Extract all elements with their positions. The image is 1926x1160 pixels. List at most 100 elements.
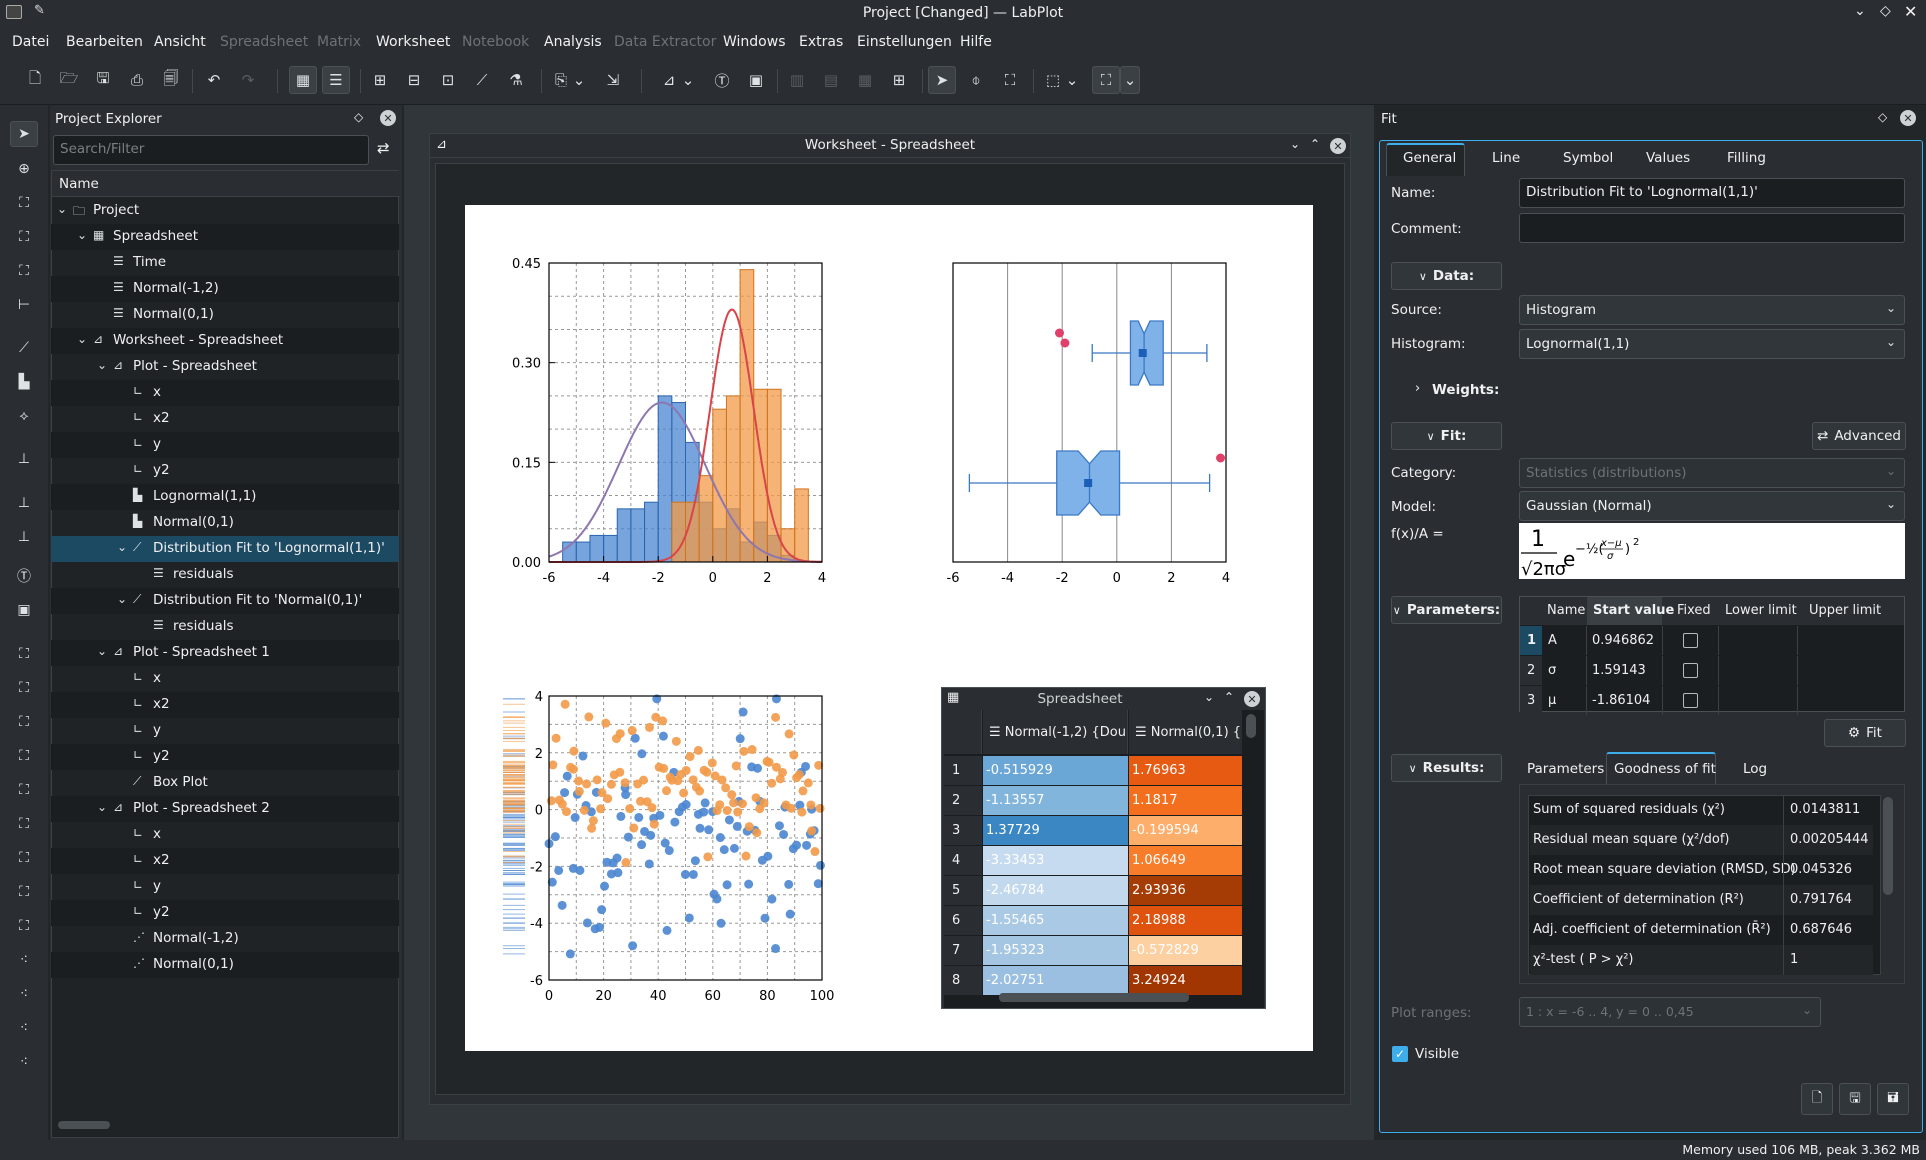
- tree-item[interactable]: ∟ x: [51, 666, 399, 692]
- lower-limit-cell[interactable]: [1718, 626, 1798, 655]
- mouse-mode-icon[interactable]: ⌽: [962, 66, 990, 94]
- menu-einstellungen[interactable]: Einstellungen: [857, 34, 952, 50]
- zoom-out-icon[interactable]: ⛶: [10, 675, 38, 701]
- cursor-tool-icon[interactable]: ⊢: [10, 292, 38, 318]
- tree-item[interactable]: ⌄ 🗀 Project: [51, 198, 399, 224]
- table-cell[interactable]: 2.18988: [1129, 906, 1242, 935]
- row-number[interactable]: 4: [944, 846, 982, 875]
- name-field[interactable]: Distribution Fit to 'Lognormal(1,1)': [1519, 178, 1905, 208]
- horizontal-scrollbar[interactable]: [999, 993, 1189, 1002]
- menu-analysis[interactable]: Analysis: [544, 34, 602, 50]
- upper-limit-cell[interactable]: [1799, 626, 1903, 655]
- chevron-down-icon[interactable]: ⌄: [1120, 66, 1140, 94]
- maximize-icon[interactable]: ◇: [1880, 3, 1891, 19]
- tree-item[interactable]: ☰ Normal(-1,2): [51, 276, 399, 302]
- print-icon[interactable]: ⎙: [123, 66, 151, 94]
- grid-layout-icon[interactable]: ▦: [851, 66, 879, 94]
- table-cell[interactable]: 1.1817: [1129, 786, 1242, 815]
- fit-button[interactable]: ⚙ Fit: [1824, 719, 1906, 747]
- close-icon[interactable]: ✕: [1330, 138, 1346, 154]
- float-panel-icon[interactable]: ◇: [1878, 110, 1887, 124]
- tree-item[interactable]: ⌄ ⟋ Distribution Fit to 'Normal(0,1)': [51, 588, 399, 614]
- tab-result-parameters[interactable]: Parameters: [1527, 761, 1604, 777]
- param-header-lower[interactable]: Lower limit: [1725, 603, 1797, 618]
- layout-icon[interactable]: ▦: [289, 66, 317, 94]
- add-axis-icon[interactable]: ⊥: [10, 446, 38, 472]
- shift-up-icon[interactable]: ⁖: [10, 1015, 38, 1041]
- add-plot-icon[interactable]: ⊿: [655, 66, 683, 94]
- scale-auto-y-icon[interactable]: ⛶: [10, 913, 38, 939]
- cursor-icon[interactable]: ⬚: [1039, 66, 1067, 94]
- table-cell[interactable]: -1.55465: [983, 906, 1128, 935]
- table-cell[interactable]: 1.37729: [983, 816, 1128, 845]
- tree-item[interactable]: ∟ y2: [51, 458, 399, 484]
- chevron-down-icon[interactable]: ⌄: [1290, 137, 1300, 151]
- tree-item[interactable]: ∟ x: [51, 822, 399, 848]
- menu-hilfe[interactable]: Hilfe: [960, 34, 992, 50]
- param-row-number[interactable]: 3: [1520, 686, 1542, 715]
- histogram-select[interactable]: Lognormal(1,1) ⌄: [1519, 329, 1905, 359]
- zoom-select-icon[interactable]: ⛶: [10, 190, 38, 216]
- tree-item[interactable]: ∟ y: [51, 874, 399, 900]
- chevron-up-icon[interactable]: ⌃: [1310, 137, 1320, 151]
- chevron-down-icon[interactable]: ⌄: [1204, 690, 1214, 704]
- close-icon[interactable]: ✕: [1244, 691, 1260, 707]
- tab-filling[interactable]: Filling: [1727, 150, 1766, 166]
- close-window-icon[interactable]: ✕: [1904, 2, 1917, 21]
- upper-limit-cell[interactable]: [1799, 686, 1903, 715]
- tab-general[interactable]: General: [1403, 150, 1456, 166]
- tree-item[interactable]: ∟ y2: [51, 900, 399, 926]
- table-cell[interactable]: -1.13557: [983, 786, 1128, 815]
- advanced-button[interactable]: ⇄ Advanced: [1812, 422, 1906, 450]
- add-curve-icon[interactable]: ⟋: [10, 335, 38, 361]
- chevron-down-icon[interactable]: ⌄: [97, 644, 107, 658]
- shift-down-icon[interactable]: ⁖: [10, 1049, 38, 1075]
- add-x-axis-icon[interactable]: ⊥: [10, 490, 38, 516]
- param-row-number[interactable]: 1: [1520, 626, 1542, 655]
- filter-options-icon[interactable]: ⇄: [377, 139, 390, 157]
- new-table-icon[interactable]: ⊟: [400, 66, 428, 94]
- table-cell[interactable]: 3.24924: [1129, 966, 1242, 995]
- zoom-x-in-icon[interactable]: ⛶: [10, 709, 38, 735]
- tree-item[interactable]: ⌄ ⊿ Plot - Spreadsheet 1: [51, 640, 399, 666]
- tab-goodness-of-fit[interactable]: Goodness of fit: [1614, 761, 1716, 777]
- menu-windows[interactable]: Windows: [723, 34, 786, 50]
- new-worksheet-icon[interactable]: ⟋: [468, 66, 496, 94]
- row-number[interactable]: 6: [944, 906, 982, 935]
- tree-item[interactable]: ∟ y2: [51, 744, 399, 770]
- new-file-icon[interactable]: 🗋: [21, 66, 49, 94]
- lower-limit-cell[interactable]: [1718, 656, 1798, 685]
- column-header-1[interactable]: ☰ Normal(-1,2) {Dou: [983, 710, 1128, 754]
- minimize-icon[interactable]: ⌄: [1854, 3, 1866, 19]
- table-cell[interactable]: -0.515929: [983, 756, 1128, 785]
- row-number[interactable]: 8: [944, 966, 982, 995]
- param-header-upper[interactable]: Upper limit: [1809, 603, 1881, 618]
- chevron-right-icon[interactable]: ›: [1415, 381, 1420, 396]
- float-panel-icon[interactable]: ◇: [354, 110, 363, 124]
- chevron-down-icon[interactable]: ⌄: [117, 540, 127, 554]
- tree-item[interactable]: ∟ x2: [51, 406, 399, 432]
- visible-checkbox[interactable]: ✓: [1392, 1046, 1408, 1062]
- tab-symbol[interactable]: Symbol: [1563, 150, 1613, 166]
- tree-item[interactable]: ▙ Lognormal(1,1): [51, 484, 399, 510]
- add-y-axis-icon[interactable]: ⊥: [10, 524, 38, 550]
- tree-item[interactable]: ∟ x2: [51, 692, 399, 718]
- model-select[interactable]: Gaussian (Normal) ⌄: [1519, 491, 1905, 521]
- break-layout-icon[interactable]: ⊞: [885, 66, 913, 94]
- shift-left-icon[interactable]: ⁖: [10, 947, 38, 973]
- chevron-up-icon[interactable]: ⌃: [1224, 690, 1234, 704]
- zoom-x-out-icon[interactable]: ⛶: [10, 743, 38, 769]
- tree-item[interactable]: ⌄ ⊿ Plot - Spreadsheet: [51, 354, 399, 380]
- tree-item[interactable]: ∟ x2: [51, 848, 399, 874]
- tree-item[interactable]: ∟ x: [51, 380, 399, 406]
- chevron-down-icon[interactable]: ⌄: [97, 358, 107, 372]
- table-cell[interactable]: -3.33453: [983, 846, 1128, 875]
- load-template-icon[interactable]: 🗋: [1801, 1083, 1833, 1115]
- zoom-y-in-icon[interactable]: ⛶: [10, 777, 38, 803]
- close-icon[interactable]: ✕: [1900, 110, 1916, 126]
- scale-auto-icon[interactable]: ⛶: [10, 845, 38, 871]
- zoom-y-icon[interactable]: ⛶: [10, 258, 38, 284]
- menu-ansicht[interactable]: Ansicht: [154, 34, 206, 50]
- menu-datei[interactable]: Datei: [12, 34, 49, 50]
- shift-right-icon[interactable]: ⁖: [10, 981, 38, 1007]
